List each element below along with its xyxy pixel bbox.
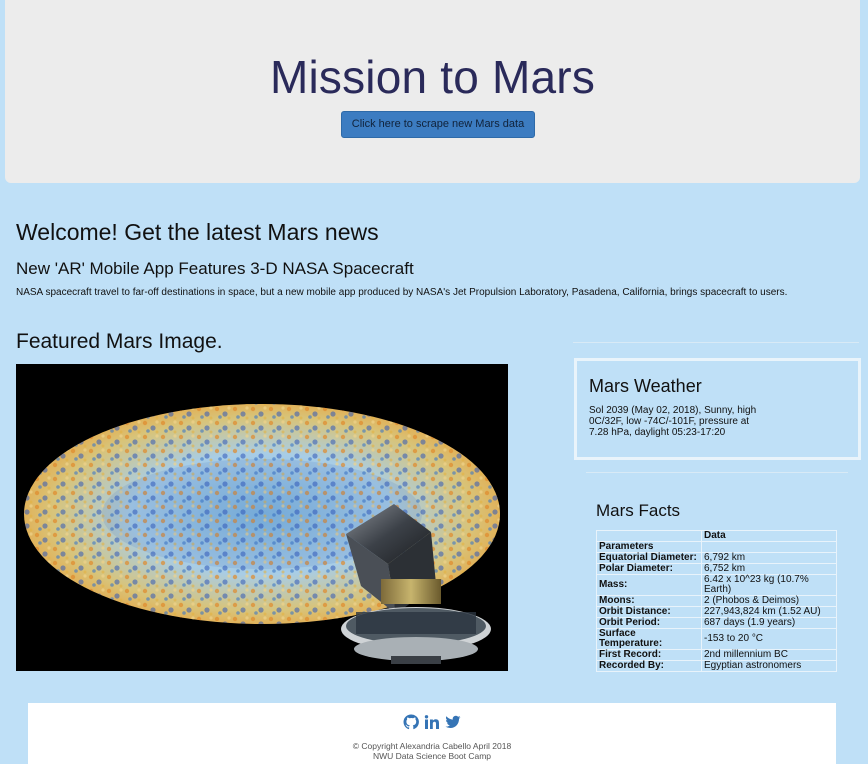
table-row: Surface Temperature: -153 to 20 °C [596,628,837,650]
table-header-row: Data [596,530,837,542]
row-value: 2nd millennium BC [701,649,837,661]
table-row: First Record: 2nd millennium BC [596,649,837,661]
github-icon[interactable] [403,714,419,730]
row-value: -153 to 20 °C [701,628,837,650]
mars-weather-panel: Mars Weather Sol 2039 (May 02, 2018), Su… [574,358,861,460]
row-label: Orbit Period: [596,617,702,629]
table-row: Mass: 6.42 x 10^23 kg (10.7% Earth) [596,574,837,596]
row-value: 2 (Phobos & Deimos) [701,595,837,607]
table-index-row: Parameters [596,541,837,553]
divider [586,472,848,473]
row-value: 227,943,824 km (1.52 AU) [701,606,837,618]
row-value: 6,792 km [701,552,837,564]
copyright: © Copyright Alexandria Cabello April 201… [28,741,836,761]
index-header: Parameters [596,541,702,553]
table-row: Orbit Distance: 227,943,824 km (1.52 AU) [596,606,837,618]
scrape-button[interactable]: Click here to scrape new Mars data [341,111,535,138]
divider [573,342,859,343]
table-corner-cell [596,530,702,542]
mars-facts-table: Data Parameters Equatorial Diameter: 6,7… [596,530,837,672]
news-section-heading: Welcome! Get the latest Mars news [16,219,379,245]
table-row: Recorded By: Egyptian astronomers [596,660,837,672]
row-label: Polar Diameter: [596,563,702,575]
row-value: 6.42 x 10^23 kg (10.7% Earth) [701,574,837,596]
featured-image-heading: Featured Mars Image. [16,330,223,353]
row-value: 687 days (1.9 years) [701,617,837,629]
row-label: Surface Temperature: [596,628,702,650]
footer: © Copyright Alexandria Cabello April 201… [28,703,836,764]
facts-heading: Mars Facts [596,501,681,520]
row-label: Mass: [596,574,702,596]
linkedin-icon[interactable] [424,714,440,730]
row-label: Recorded By: [596,660,702,672]
social-links [28,714,836,730]
copyright-line: © Copyright Alexandria Cabello April 201… [352,741,512,751]
page-title: Mission to Mars [269,51,596,103]
bootcamp-line: NWU Data Science Boot Camp [372,751,492,761]
table-row: Polar Diameter: 6,752 km [596,563,837,575]
row-label: Equatorial Diameter: [596,552,702,564]
weather-text: Sol 2039 (May 02, 2018), Sunny, high 0C/… [589,405,757,438]
row-label: Orbit Distance: [596,606,702,618]
featured-mars-image[interactable] [16,364,508,671]
empty-cell [701,541,837,553]
jumbotron: Mission to Mars Click here to scrape new… [5,0,860,183]
table-row: Equatorial Diameter: 6,792 km [596,552,837,564]
row-label: Moons: [596,595,702,607]
news-paragraph: NASA spacecraft travel to far-off destin… [16,287,788,298]
table-row: Orbit Period: 687 days (1.9 years) [596,617,837,629]
news-title: New 'AR' Mobile App Features 3-D NASA Sp… [16,259,414,278]
table-row: Moons: 2 (Phobos & Deimos) [596,595,837,607]
twitter-icon[interactable] [445,714,461,730]
row-value: Egyptian astronomers [701,660,837,672]
column-header-data: Data [701,530,837,542]
row-label: First Record: [596,649,702,661]
row-value: 6,752 km [701,563,837,575]
weather-heading: Mars Weather [589,376,702,396]
